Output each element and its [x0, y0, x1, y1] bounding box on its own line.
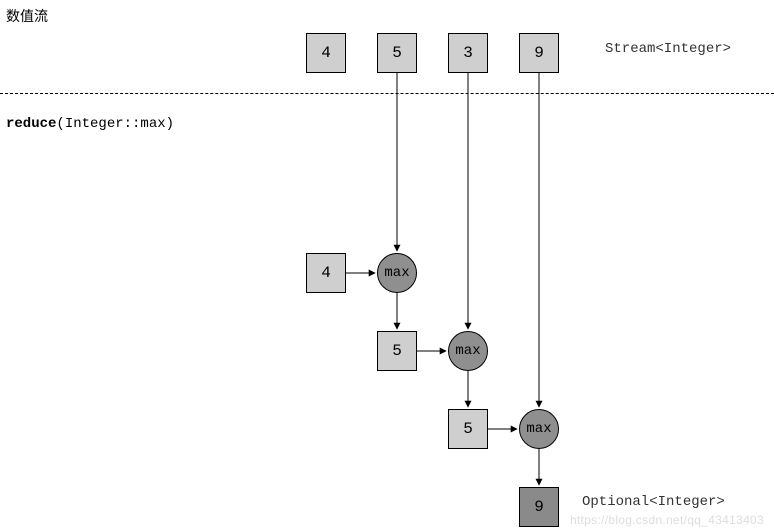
op-node-2: max [519, 409, 559, 449]
result-box: 9 [519, 487, 559, 527]
op-node-0: max [377, 253, 417, 293]
stream-value-2: 3 [448, 33, 488, 73]
acc-in-0: 4 [306, 253, 346, 293]
method-label: reduce(Integer::max) [6, 116, 174, 132]
method-name: reduce [6, 116, 56, 132]
acc-in-2: 5 [448, 409, 488, 449]
section-divider [0, 93, 774, 94]
stream-value-1: 5 [377, 33, 417, 73]
stream-value-3: 9 [519, 33, 559, 73]
stream-type-label: Stream<Integer> [605, 41, 731, 57]
method-arg: (Integer::max) [56, 116, 174, 132]
output-type-label: Optional<Integer> [582, 494, 725, 510]
op-node-1: max [448, 331, 488, 371]
diagram-canvas: 数值流 4 5 3 9 Stream<Integer> reduce(Integ… [0, 0, 774, 531]
stream-value-0: 4 [306, 33, 346, 73]
acc-in-1: 5 [377, 331, 417, 371]
diagram-title: 数值流 [6, 6, 48, 26]
watermark: https://blog.csdn.net/qq_43413403 [570, 513, 764, 527]
